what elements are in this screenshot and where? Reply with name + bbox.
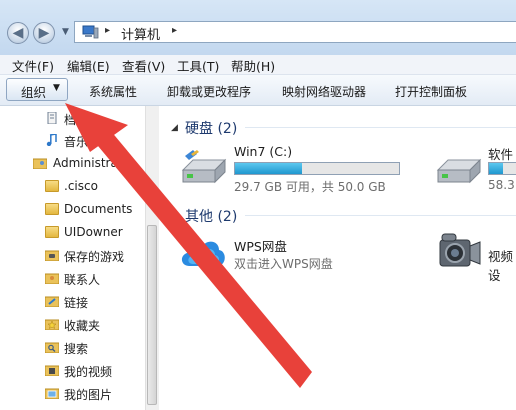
annotation-arrow-icon: [65, 103, 312, 388]
